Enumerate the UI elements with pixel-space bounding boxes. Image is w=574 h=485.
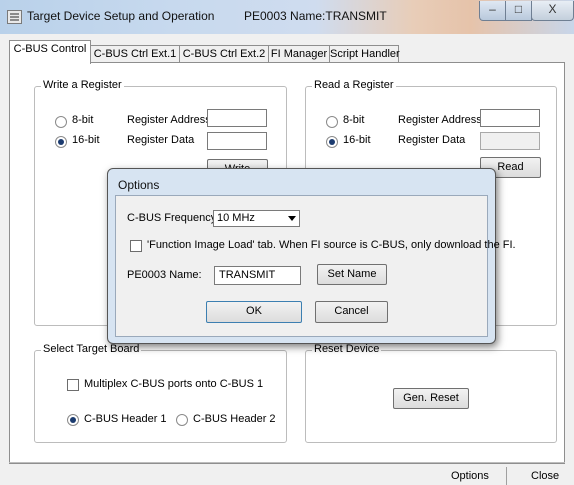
write-8bit-radio[interactable] — [55, 116, 67, 128]
multiplex-label: Multiplex C-BUS ports onto C-BUS 1 — [84, 378, 264, 390]
window-title-device-name: PE0003 Name:TRANSMIT — [244, 9, 387, 23]
minimize-button[interactable]: – — [479, 1, 506, 21]
maximize-icon: □ — [514, 2, 523, 16]
set-name-button[interactable]: Set Name — [317, 264, 387, 285]
read-data-output — [480, 132, 540, 150]
options-dialog-body: C-BUS Frequency 10 MHz 'Function Image L… — [115, 195, 516, 337]
read-address-label: Register Address — [398, 114, 482, 126]
cancel-button[interactable]: Cancel — [315, 301, 388, 323]
options-dialog: Options C-BUS Frequency 10 MHz 'Function… — [107, 168, 516, 344]
read-8bit-radio[interactable] — [326, 116, 338, 128]
cbus-header2-radio[interactable] — [176, 414, 188, 426]
read-register-legend: Read a Register — [312, 79, 396, 91]
gen-reset-button[interactable]: Gen. Reset — [393, 388, 469, 409]
main-window: Target Device Setup and Operation PE0003… — [0, 0, 574, 485]
cbus-header1-label: C-BUS Header 1 — [84, 413, 167, 425]
write-16bit-label: 16-bit — [72, 134, 100, 146]
bottom-separator — [506, 467, 507, 485]
ok-button[interactable]: OK — [206, 301, 302, 323]
close-icon: X — [548, 2, 557, 16]
select-target-board-legend: Select Target Board — [41, 343, 142, 355]
chevron-down-icon — [288, 216, 296, 221]
read-address-input[interactable] — [480, 109, 540, 127]
device-name-label: PE0003 Name: — [127, 269, 202, 281]
read-data-label: Register Data — [398, 134, 466, 146]
fi-download-label: 'Function Image Load' tab. When FI sourc… — [147, 239, 516, 251]
options-dialog-title: Options — [118, 178, 160, 192]
write-data-label: Register Data — [127, 134, 195, 146]
title-bar: Target Device Setup and Operation PE0003… — [0, 0, 574, 34]
tab-cbus-control[interactable]: C-BUS Control — [9, 40, 91, 64]
write-data-input[interactable] — [207, 132, 267, 150]
reset-device-group: Reset Device Gen. Reset — [305, 343, 557, 443]
multiplex-checkbox[interactable] — [67, 379, 79, 391]
cbus-frequency-value: 10 MHz — [217, 212, 255, 224]
options-button[interactable]: Options — [451, 470, 489, 482]
reset-device-legend: Reset Device — [312, 343, 382, 355]
minimize-icon: – — [489, 2, 496, 16]
device-name-input[interactable]: TRANSMIT — [214, 266, 301, 285]
fi-download-checkbox[interactable] — [130, 240, 142, 252]
read-8bit-label: 8-bit — [343, 114, 365, 126]
cbus-header1-radio[interactable] — [67, 414, 79, 426]
read-16bit-label: 16-bit — [343, 134, 371, 146]
bottom-divider — [9, 462, 565, 463]
write-address-input[interactable] — [207, 109, 267, 127]
write-address-label: Register Address — [127, 114, 211, 126]
window-title: Target Device Setup and Operation — [27, 9, 215, 23]
write-register-legend: Write a Register — [41, 79, 124, 91]
write-16bit-radio[interactable] — [55, 136, 67, 148]
select-target-board-group: Select Target Board Multiplex C-BUS port… — [34, 343, 287, 443]
read-16bit-radio[interactable] — [326, 136, 338, 148]
write-8bit-label: 8-bit — [72, 114, 94, 126]
close-button[interactable]: Close — [531, 470, 559, 482]
cbus-frequency-label: C-BUS Frequency — [127, 212, 217, 224]
cbus-frequency-select[interactable]: 10 MHz — [213, 210, 300, 227]
close-window-button[interactable]: X — [531, 1, 574, 21]
cbus-header2-label: C-BUS Header 2 — [193, 413, 276, 425]
app-icon — [7, 10, 22, 24]
maximize-button[interactable]: □ — [505, 1, 532, 21]
